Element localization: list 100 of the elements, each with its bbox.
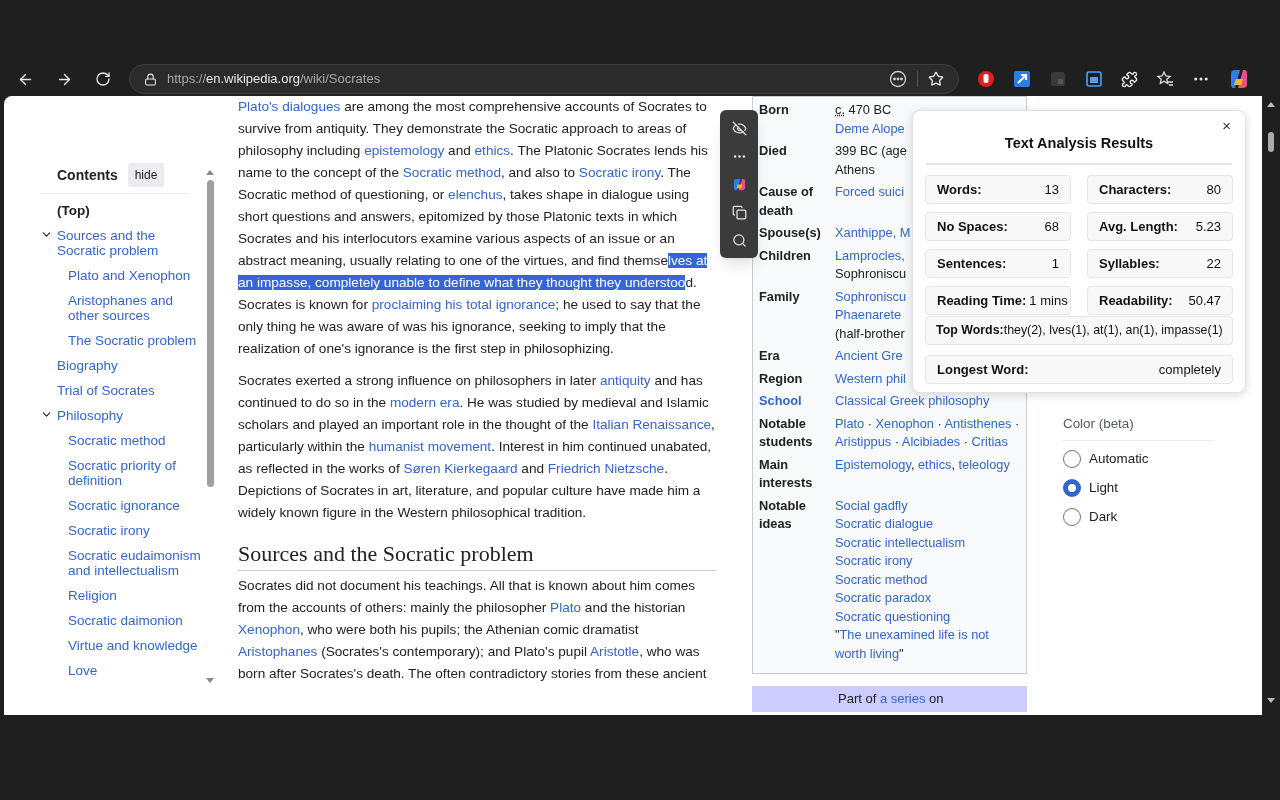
stat-card: Top Words:they(2), lves(1), at(1), an(1), impasse(1) [925, 315, 1233, 345]
link[interactable]: Socratic intellectualism [835, 534, 966, 550]
window-icon[interactable] [1085, 70, 1103, 88]
scrollbar-thumb[interactable] [1268, 132, 1274, 152]
link[interactable]: teleology [958, 456, 1010, 472]
close-button[interactable]: × [1222, 119, 1233, 133]
link[interactable]: Lamprocles, [835, 247, 905, 263]
infobox-text: · [962, 434, 970, 449]
radio-button[interactable] [1063, 479, 1081, 498]
eye-off-icon[interactable] [731, 120, 747, 136]
link[interactable]: Aristotle [590, 644, 640, 659]
radio-button[interactable] [1063, 450, 1081, 469]
link[interactable]: Socratic paradox [835, 590, 932, 605]
radio-label: Light [1089, 479, 1119, 498]
toc-item[interactable]: Trial of Socrates [57, 378, 155, 403]
infobox-text: · [936, 415, 943, 431]
infobox-label: Cause of death [759, 183, 815, 220]
link[interactable]: Deme Alope [835, 120, 905, 136]
more-circle-icon[interactable] [889, 70, 907, 88]
scrollbar-thumb[interactable] [206, 180, 214, 487]
stat-card: No Spaces: 68 [925, 211, 1071, 241]
link[interactable]: Socratic method [402, 165, 501, 180]
toc-item[interactable]: Plato and Xenophon [68, 263, 191, 288]
link[interactable]: The unexamined life is not [839, 627, 989, 642]
link[interactable]: Socratic questioning [835, 608, 951, 624]
address-bar[interactable]: https://en.wikipedia.org/wiki/Socrates [129, 64, 959, 94]
link[interactable]: Aristippus [835, 434, 892, 449]
toc-item[interactable]: Virtue and knowledge [68, 633, 198, 658]
link[interactable]: Ancient Gre [835, 348, 903, 363]
link[interactable]: Socratic irony [835, 553, 913, 568]
toc-item[interactable]: The Socratic problem [68, 328, 197, 353]
link[interactable]: Classical Greek philosophy [835, 393, 990, 408]
infobox-text: · [1014, 415, 1020, 431]
toc-item[interactable]: Socratic ignorance [68, 493, 180, 518]
radio-label: Automatic [1089, 450, 1149, 469]
link[interactable]: antiquity [599, 373, 651, 388]
link[interactable]: Xanthippe, M [835, 225, 911, 240]
link[interactable]: Alcibiades [901, 434, 961, 449]
toc-item[interactable]: Socratic eudaimonism and intellectualism [68, 543, 203, 583]
infobox-text: c. [835, 102, 845, 117]
link[interactable]: Plato [835, 415, 865, 431]
infobox-text: " [835, 627, 840, 642]
stat-card: Syllables: 22 [1087, 248, 1233, 278]
link[interactable]: worth living [835, 645, 899, 661]
favorites-icon[interactable] [1156, 70, 1174, 88]
radio-button[interactable] [1063, 508, 1081, 527]
toc-item[interactable]: Socratic priority of definition [68, 453, 203, 493]
star-icon[interactable] [928, 71, 944, 87]
copilot-icon[interactable] [1228, 68, 1250, 90]
infobox-label[interactable]: School [759, 392, 835, 411]
puzzle-icon[interactable] [1121, 70, 1138, 88]
link[interactable]: Western phil [835, 370, 906, 386]
link[interactable]: Socratic method [835, 571, 928, 587]
scroll-down-icon[interactable] [1266, 697, 1276, 705]
link[interactable]: Plato's dialogues [238, 99, 341, 114]
link[interactable]: Friedrich Nietzsche [547, 461, 665, 476]
refresh-icon[interactable] [95, 71, 111, 87]
link[interactable]: Antisthenes [944, 415, 1012, 431]
search-icon[interactable] [731, 232, 747, 248]
toc-item[interactable]: Socratic irony [68, 518, 150, 543]
infobox-label: Died [759, 142, 788, 160]
link[interactable]: Forced suici [835, 184, 904, 199]
stat-card: Avg. Length: 5.23 [1087, 211, 1233, 241]
toc-item[interactable]: Biography [57, 353, 118, 378]
link[interactable]: Xenophon [238, 622, 300, 637]
link[interactable]: Epistemology [835, 456, 911, 472]
link[interactable]: epistemology [364, 143, 445, 158]
infobox-text: 470 BC [847, 102, 892, 117]
hide-button[interactable]: hide [127, 163, 165, 187]
link[interactable]: Socratic dialogue [835, 516, 934, 531]
stat-card: Characters: 80 [1087, 174, 1233, 204]
link[interactable]: a series [879, 691, 926, 706]
link[interactable]: Italian Renaissance [592, 417, 712, 432]
hand-icon[interactable] [977, 70, 995, 88]
toc-item[interactable]: Religion [68, 583, 117, 608]
series-banner: Part of a series on [752, 686, 1027, 712]
infobox-label: Notable students [759, 414, 814, 451]
link[interactable]: Søren Kierkegaard [403, 461, 518, 476]
link[interactable]: Sophroniscu [835, 288, 907, 304]
link[interactable]: Critias [971, 434, 1008, 449]
link[interactable]: Social gadfly [835, 497, 908, 513]
scroll-up-icon[interactable] [1266, 100, 1276, 108]
contents-title: Contents [57, 165, 118, 185]
link[interactable]: Aristophanes [238, 644, 318, 659]
link[interactable]: Phaenarete [835, 307, 902, 322]
toc-item[interactable]: Aristophanes and other sources [68, 288, 203, 328]
paragraph: Socrates did not document his teachings. All that is known about him comes from the accounts of others: mainly the philosopher Plato and the historian Xenophon, who were both his pupils; the Athenian comic dramatist Aristophanes (Socrates's contemporary); and Plato's pupil Aristotle, who was born after Socrates's death. The often contradictory stories from these ancient [238, 577, 708, 683]
toc-item[interactable]: Philosophy [57, 403, 124, 428]
section-heading: Sources and the Socratic problem [238, 540, 716, 571]
toc-item[interactable]: Sources and the Socratic problem [57, 223, 203, 263]
toc-item[interactable]: Socratic daimonion [68, 608, 183, 633]
copy-icon[interactable] [731, 204, 747, 220]
link[interactable]: elenchus [448, 187, 503, 202]
copilot-icon[interactable] [731, 176, 747, 192]
toc-item[interactable]: (Top) [57, 198, 90, 223]
link[interactable]: Plato [550, 600, 582, 615]
toc-item[interactable]: Socratic method [68, 428, 166, 453]
section-title: Color (beta) [1063, 414, 1213, 442]
toc-item[interactable]: Love [68, 658, 98, 683]
link[interactable]: Xenophon [875, 415, 934, 431]
